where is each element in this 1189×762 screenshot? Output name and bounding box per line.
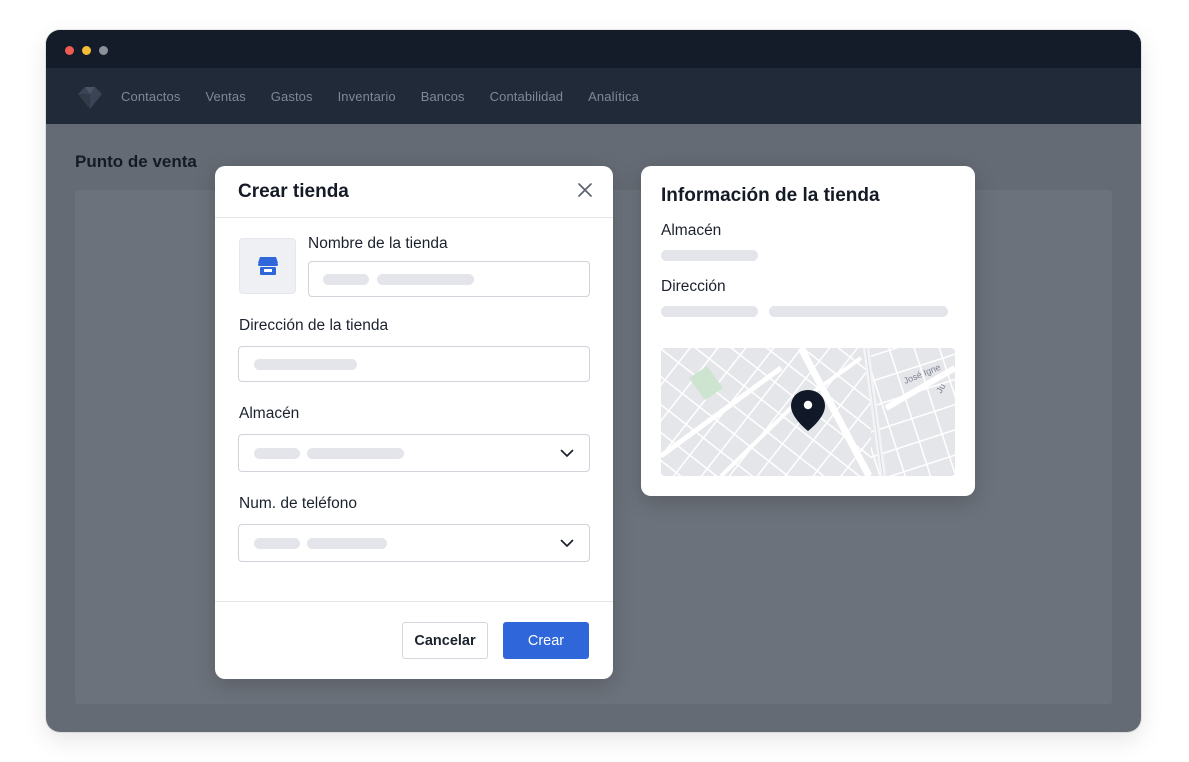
nav-item-analitica[interactable]: Analítica — [588, 89, 639, 104]
placeholder-skeleton — [377, 274, 474, 285]
nav-item-contabilidad[interactable]: Contabilidad — [490, 89, 563, 104]
info-address-label: Dirección — [661, 278, 726, 295]
page-title: Punto de venta — [75, 152, 197, 171]
address-value-skeleton — [661, 306, 758, 317]
diamond-logo-icon[interactable] — [76, 86, 104, 110]
warehouse-value-skeleton — [661, 250, 758, 261]
modal-footer: Cancelar Crear — [215, 601, 613, 679]
store-image-upload[interactable] — [239, 238, 296, 294]
top-navbar: Contactos Ventas Gastos Inventario Banco… — [46, 68, 1141, 124]
create-store-modal: Crear tienda Nombre de la tienda Direcci… — [215, 166, 613, 679]
store-address-input[interactable] — [238, 346, 590, 382]
placeholder-skeleton — [254, 538, 300, 549]
close-icon[interactable] — [577, 182, 593, 198]
warehouse-label: Almacén — [239, 405, 300, 422]
store-icon — [257, 257, 278, 275]
address-value-skeleton — [769, 306, 948, 317]
store-address-label: Dirección de la tienda — [239, 317, 389, 334]
nav-item-bancos[interactable]: Bancos — [421, 89, 465, 104]
nav-menu: Contactos Ventas Gastos Inventario Banco… — [121, 68, 639, 124]
placeholder-skeleton — [254, 448, 300, 459]
map-graphic: José Igne Ju — [661, 348, 955, 476]
create-button[interactable]: Crear — [503, 622, 589, 659]
nav-item-inventario[interactable]: Inventario — [338, 89, 396, 104]
placeholder-skeleton — [254, 359, 357, 370]
modal-title: Crear tienda — [238, 181, 349, 202]
chevron-down-icon[interactable] — [560, 449, 574, 458]
modal-header: Crear tienda — [215, 166, 613, 218]
nav-item-gastos[interactable]: Gastos — [271, 89, 313, 104]
phone-label: Num. de teléfono — [239, 495, 358, 512]
placeholder-skeleton — [307, 538, 387, 549]
warehouse-select[interactable] — [238, 434, 590, 472]
placeholder-skeleton — [307, 448, 404, 459]
phone-select[interactable] — [238, 524, 590, 562]
store-map[interactable]: José Igne Ju — [661, 348, 955, 476]
store-name-label: Nombre de la tienda — [308, 235, 448, 252]
store-name-input[interactable] — [308, 261, 590, 297]
info-warehouse-label: Almacén — [661, 222, 722, 239]
store-info-card: Información de la tienda Almacén Direcci… — [641, 166, 975, 496]
maximize-window-dot[interactable] — [99, 46, 108, 55]
nav-item-contactos[interactable]: Contactos — [121, 89, 180, 104]
close-window-dot[interactable] — [65, 46, 74, 55]
nav-item-ventas[interactable]: Ventas — [205, 89, 245, 104]
placeholder-skeleton — [323, 274, 369, 285]
cancel-button[interactable]: Cancelar — [402, 622, 488, 659]
window-titlebar — [46, 30, 1141, 68]
info-card-title: Información de la tienda — [661, 185, 880, 206]
chevron-down-icon[interactable] — [560, 539, 574, 548]
minimize-window-dot[interactable] — [82, 46, 91, 55]
